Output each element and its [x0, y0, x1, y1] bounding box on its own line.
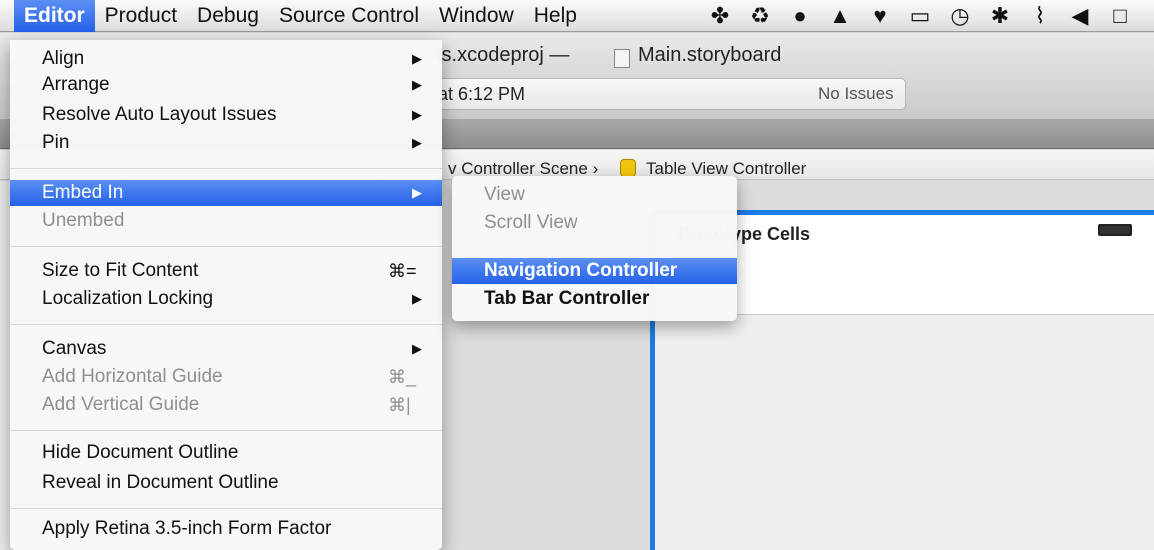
submenu-arrow-icon: ▶	[412, 185, 422, 200]
submenu-arrow-icon: ▶	[412, 77, 422, 92]
menu-item-reveal-in-document-outline[interactable]: Reveal in Document Outline	[10, 470, 442, 496]
menu-item-label: Pin	[42, 132, 70, 153]
menu-item-align[interactable]: Align ▶	[10, 46, 442, 72]
menu-item-label: Arrange	[42, 74, 110, 95]
embed-in-submenu: View Scroll View Navigation Controller T…	[452, 176, 737, 321]
menu-item-apply-retina-form-factor[interactable]: Apply Retina 3.5-inch Form Factor	[10, 516, 442, 542]
device-battery-icon	[1098, 224, 1132, 236]
menu-item-label: Reveal in Document Outline	[42, 472, 279, 493]
submenu-item-label: View	[484, 184, 525, 205]
menu-item-label: Embed In	[42, 182, 124, 203]
shortcut-label: ⌘|	[388, 395, 411, 415]
submenu-item-label: Tab Bar Controller	[484, 288, 650, 309]
submenu-arrow-icon: ▶	[412, 107, 422, 122]
menu-item-label: Localization Locking	[42, 288, 214, 309]
menu-item-resolve-auto-layout[interactable]: Resolve Auto Layout Issues ▶	[10, 102, 442, 128]
menu-editor[interactable]: Editor	[14, 0, 95, 32]
menu-item-pin[interactable]: Pin ▶	[10, 130, 442, 156]
shortcut-label: ⌘=	[388, 261, 417, 281]
sync-icon[interactable]: ♻	[740, 3, 780, 29]
menu-item-unembed: Unembed	[10, 208, 442, 234]
menu-item-label: Hide Document Outline	[42, 442, 239, 463]
submenu-arrow-icon: ▶	[412, 341, 422, 356]
storyboard-file-icon	[614, 49, 630, 68]
skull-icon[interactable]: ●	[780, 3, 820, 29]
menu-item-hide-document-outline[interactable]: Hide Document Outline	[10, 440, 442, 466]
battery-icon[interactable]: □	[1100, 3, 1140, 29]
shortcut-label: ⌘_	[388, 367, 417, 387]
menu-help[interactable]: Help	[524, 0, 587, 32]
menu-item-label: Add Horizontal Guide	[42, 366, 223, 387]
menu-item-label: Add Vertical Guide	[42, 394, 200, 415]
time-machine-icon[interactable]: ◷	[940, 3, 980, 29]
heart-icon[interactable]: ♥	[860, 3, 900, 29]
menu-window[interactable]: Window	[429, 0, 524, 32]
drive-icon[interactable]: ▲	[820, 3, 860, 29]
menu-item-label: Align	[42, 48, 85, 69]
volume-icon[interactable]: ◀	[1060, 3, 1100, 29]
menu-separator	[10, 246, 442, 247]
menu-item-embed-in[interactable]: Embed In ▶	[10, 180, 442, 206]
menu-product[interactable]: Product	[95, 0, 187, 32]
submenu-item-tab-bar-controller[interactable]: Tab Bar Controller	[452, 286, 737, 312]
menu-item-label: Canvas	[42, 338, 107, 359]
submenu-item-label: Scroll View	[484, 212, 578, 233]
window-title: ts.xcodeproj —	[436, 44, 570, 66]
airplay-icon[interactable]: ▭	[900, 3, 940, 29]
menu-item-add-horizontal-guide: Add Horizontal Guide ⌘_	[10, 364, 442, 390]
menu-item-label: Unembed	[42, 210, 125, 231]
submenu-arrow-icon: ▶	[412, 291, 422, 306]
window-title-file: Main.storyboard	[638, 44, 782, 66]
submenu-item-navigation-controller[interactable]: Navigation Controller	[452, 258, 737, 284]
submenu-item-view: View	[452, 182, 737, 208]
menu-item-size-to-fit[interactable]: Size to Fit Content ⌘=	[10, 258, 442, 284]
menu-separator	[10, 168, 442, 169]
bluetooth-icon[interactable]: ✱	[980, 3, 1020, 29]
submenu-arrow-icon: ▶	[412, 51, 422, 66]
editor-menu: Align ▶ Arrange ▶ Resolve Auto Layout Is…	[10, 40, 442, 550]
menu-item-label: Resolve Auto Layout Issues	[42, 104, 277, 125]
table-view-controller-icon	[620, 159, 636, 177]
status-icons: ✤ ♻ ● ▲ ♥ ▭ ◷ ✱ ⌇ ◀ □	[700, 0, 1140, 32]
menu-separator	[10, 324, 442, 325]
menu-source-control[interactable]: Source Control	[269, 0, 429, 32]
submenu-item-label: Navigation Controller	[484, 260, 678, 281]
submenu-arrow-icon: ▶	[412, 135, 422, 150]
menu-item-add-vertical-guide: Add Vertical Guide ⌘|	[10, 392, 442, 418]
menu-item-arrange[interactable]: Arrange ▶	[10, 72, 442, 98]
bird-icon[interactable]: ✤	[700, 3, 740, 29]
menu-debug[interactable]: Debug	[187, 0, 269, 32]
menu-item-label: Apply Retina 3.5-inch Form Factor	[42, 518, 332, 539]
menu-separator	[10, 508, 442, 509]
menu-item-label: Size to Fit Content	[42, 260, 199, 281]
submenu-item-scroll-view: Scroll View	[452, 210, 737, 236]
menu-item-canvas[interactable]: Canvas ▶	[10, 336, 442, 362]
menu-item-localization-locking[interactable]: Localization Locking ▶	[10, 286, 442, 312]
menu-separator	[10, 430, 442, 431]
wifi-icon[interactable]: ⌇	[1020, 3, 1060, 29]
activity-status[interactable]: No Issues	[818, 84, 894, 104]
activity-time: at 6:12 PM	[438, 84, 526, 104]
